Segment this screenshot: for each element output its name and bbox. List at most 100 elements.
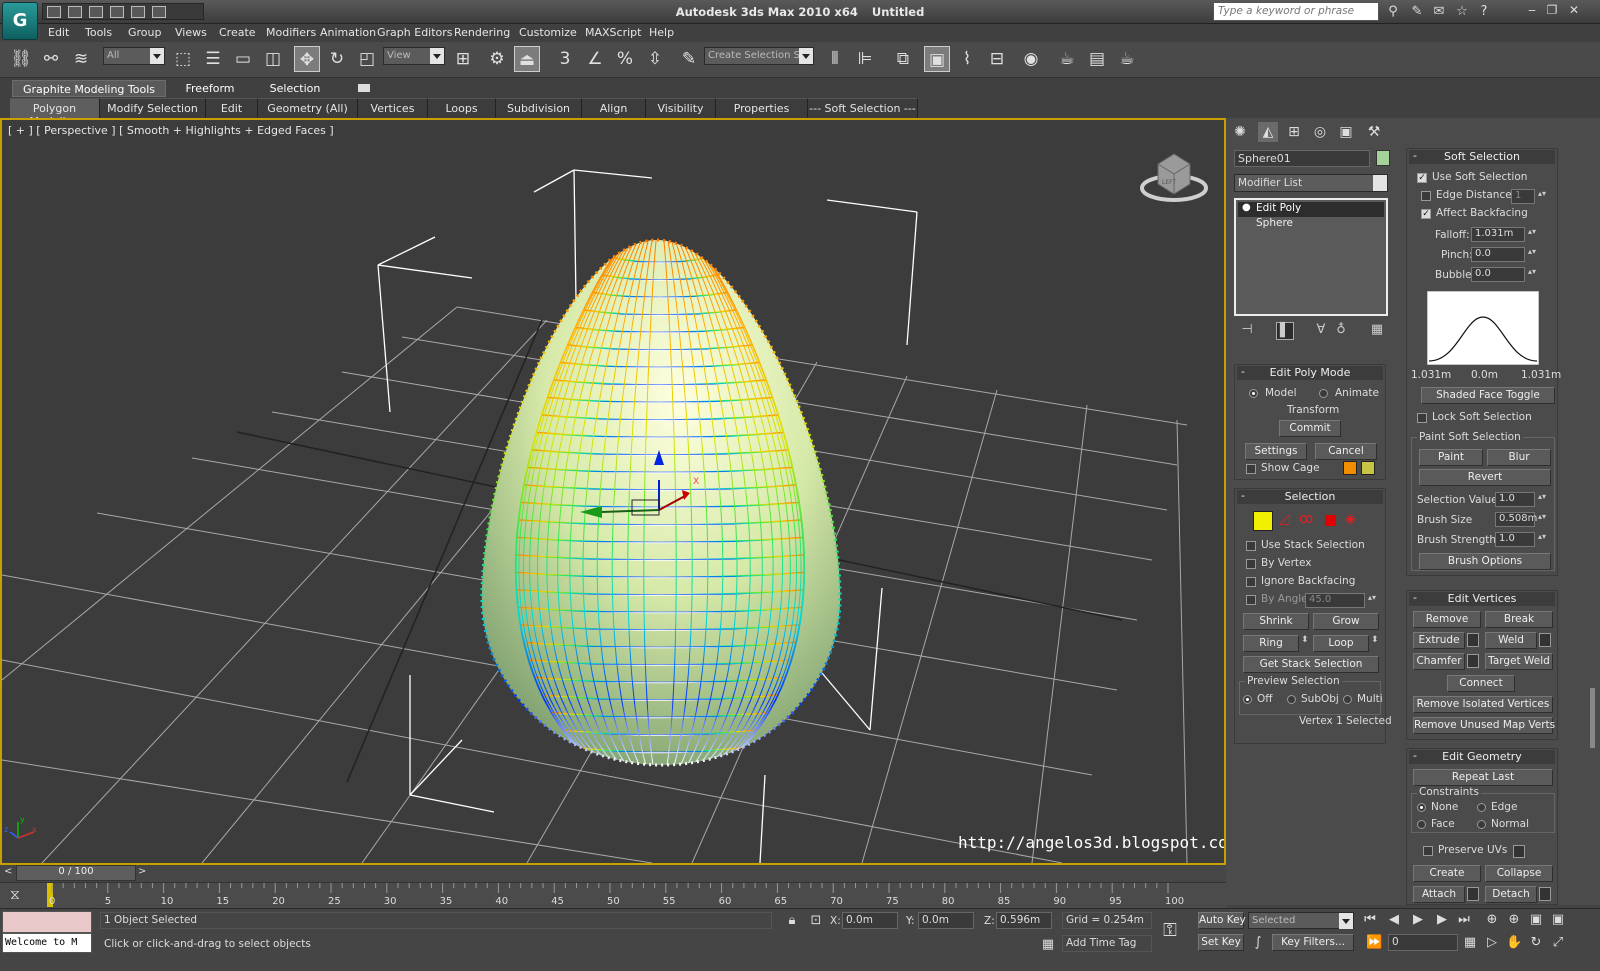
panel-vertices[interactable]: Vertices <box>358 98 428 118</box>
weld-settings-icon[interactable] <box>1539 633 1551 647</box>
remove-button[interactable]: Remove <box>1413 611 1481 628</box>
previous-frame-icon[interactable]: ◀ <box>1386 912 1402 928</box>
snaps-toggle-icon[interactable]: 3 <box>552 46 578 72</box>
tools-icon[interactable]: ✎ <box>1409 4 1425 19</box>
break-button[interactable]: Break <box>1485 611 1553 628</box>
curve-editor-icon[interactable]: ⌇ <box>954 46 980 72</box>
minimize-button[interactable]: ‒ <box>1524 3 1540 18</box>
schematic-view-icon[interactable]: ⊟ <box>984 46 1010 72</box>
add-time-tag-button[interactable]: Add Time Tag <box>1062 935 1152 952</box>
render-production-icon[interactable]: ☕ <box>1114 46 1140 72</box>
menu-tools[interactable]: Tools <box>85 26 112 39</box>
cage-color-swatch-1[interactable] <box>1343 461 1357 475</box>
soft-selection-header[interactable]: - Soft Selection <box>1409 149 1555 164</box>
detach-button[interactable]: Detach <box>1485 886 1537 903</box>
tab-selection[interactable]: Selection <box>255 80 335 97</box>
utilities-tab-icon[interactable]: ⚒ <box>1364 122 1384 142</box>
bind-space-warp-icon[interactable]: ≋ <box>68 46 94 72</box>
use-stack-selection-checkbox[interactable] <box>1246 541 1256 551</box>
menu-views[interactable]: Views <box>175 26 207 39</box>
menu-group[interactable]: Group <box>128 26 162 39</box>
create-button[interactable]: Create <box>1413 865 1481 882</box>
ring-spinner-icon[interactable]: ⬍ <box>1301 635 1309 645</box>
search-input[interactable]: Type a keyword or phrase <box>1213 2 1379 21</box>
preserve-uvs-checkbox[interactable] <box>1423 846 1433 856</box>
constraint-normal-radio[interactable] <box>1477 820 1486 829</box>
y-coordinate-field[interactable]: 0.0m <box>918 912 974 929</box>
edit-vertices-header[interactable]: - Edit Vertices <box>1409 591 1555 606</box>
pinch-spinner[interactable]: 0.0 <box>1471 247 1536 262</box>
menu-rendering[interactable]: Rendering <box>454 26 510 39</box>
cage-color-swatch-2[interactable] <box>1361 461 1375 475</box>
create-tab-icon[interactable]: ✺ <box>1230 122 1250 142</box>
edit-named-selection-icon[interactable]: ✎ <box>676 46 702 72</box>
maximize-button[interactable]: ❐ <box>1544 3 1560 18</box>
pin-stack-icon[interactable]: ⊣ <box>1238 322 1256 340</box>
maximize-viewport-icon[interactable]: ⤢ <box>1550 935 1566 951</box>
bubble-spinner[interactable]: 0.0 <box>1471 267 1536 282</box>
zoom-all-icon[interactable]: ⊕ <box>1506 912 1522 928</box>
menu-modifiers[interactable]: Modifiers <box>266 26 316 39</box>
close-button[interactable]: ✕ <box>1566 3 1582 18</box>
window-crossing-icon[interactable]: ◫ <box>260 46 286 72</box>
get-stack-selection-button[interactable]: Get Stack Selection <box>1243 656 1379 673</box>
viewcube-icon[interactable]: LEFT <box>1140 150 1208 206</box>
select-and-rotate-icon[interactable]: ↻ <box>324 46 350 72</box>
by-angle-checkbox[interactable] <box>1246 595 1256 605</box>
zoom-icon[interactable]: ⊕ <box>1484 912 1500 928</box>
open-file-icon[interactable] <box>68 6 82 18</box>
modifier-list-dropdown[interactable]: Modifier List <box>1234 174 1388 192</box>
shaded-face-toggle-button[interactable]: Shaded Face Toggle <box>1421 387 1555 404</box>
binoculars-icon[interactable]: ⚲ <box>1385 4 1401 19</box>
time-slider-thumb[interactable]: 0 / 100 <box>16 865 136 881</box>
pan-view-icon[interactable]: ✋ <box>1506 935 1522 951</box>
track-bar[interactable]: ⧖ 0 5 10 15 20 25 30 35 40 45 50 55 60 65 70 75 80 85 90 95… <box>0 882 1226 908</box>
select-and-manipulate-icon[interactable]: ⚙ <box>484 46 510 72</box>
reference-coordinate-dropdown[interactable]: View <box>383 47 445 65</box>
tab-freeform[interactable]: Freeform <box>170 80 250 97</box>
time-prev-icon[interactable]: < <box>4 866 12 877</box>
remove-modifier-icon[interactable]: ♁ <box>1332 322 1350 340</box>
maxscript-listener-top[interactable] <box>2 911 92 933</box>
pivot-center-icon[interactable]: ⊞ <box>450 46 476 72</box>
current-frame-field[interactable]: 0 <box>1388 934 1458 951</box>
lightbulb-icon[interactable]: ● <box>1242 202 1251 213</box>
preview-off-radio[interactable] <box>1243 695 1252 704</box>
repeat-last-button[interactable]: Repeat Last <box>1413 769 1553 786</box>
model-radio[interactable] <box>1249 389 1258 398</box>
material-editor-icon[interactable]: ◉ <box>1018 46 1044 72</box>
use-soft-selection-checkbox[interactable]: ✓ <box>1417 173 1427 183</box>
percent-snap-icon[interactable]: % <box>612 46 638 72</box>
default-in-out-tangent-icon[interactable]: ∫ <box>1250 935 1266 951</box>
panel-geometry-all[interactable]: Geometry (All) <box>258 98 358 118</box>
motion-tab-icon[interactable]: ◎ <box>1310 122 1330 142</box>
viewport-label[interactable]: [ + ] [ Perspective ] [ Smooth + Highlig… <box>8 124 334 137</box>
selection-lock-icon[interactable]: 🔒︎ <box>784 913 800 929</box>
preserve-uvs-settings-icon[interactable] <box>1513 845 1525 858</box>
render-setup-icon[interactable]: ☕ <box>1054 46 1080 72</box>
set-key-icon[interactable]: ⚿ <box>1162 922 1178 940</box>
edit-geometry-header[interactable]: - Edit Geometry <box>1409 749 1555 764</box>
connect-button[interactable]: Connect <box>1447 675 1515 692</box>
zoom-extents-icon[interactable]: ▣ <box>1528 912 1544 928</box>
layer-manager-icon[interactable]: ⧉ <box>890 46 916 72</box>
selection-value-spinner[interactable]: 1.0 <box>1495 492 1546 507</box>
menu-create[interactable]: Create <box>219 26 256 39</box>
element-mode-icon[interactable]: ◈ <box>1345 511 1356 527</box>
modify-tab-icon[interactable]: ◭ <box>1258 122 1278 142</box>
settings-button[interactable]: Settings <box>1245 443 1307 460</box>
mini-curve-editor-icon[interactable]: ⧖ <box>10 887 20 903</box>
ring-button[interactable]: Ring <box>1243 635 1299 652</box>
hierarchy-tab-icon[interactable]: ⊞ <box>1284 122 1304 142</box>
show-end-result-icon[interactable]: ▌ <box>1276 322 1294 340</box>
menu-animation[interactable]: Animation <box>320 26 376 39</box>
extrude-button[interactable]: Extrude <box>1413 632 1465 649</box>
paint-button[interactable]: Paint <box>1419 449 1483 466</box>
key-mode-toggle-icon[interactable]: ⏩ <box>1366 935 1382 951</box>
grow-button[interactable]: Grow <box>1313 613 1379 630</box>
blur-button[interactable]: Blur <box>1487 449 1551 466</box>
application-button[interactable]: G <box>2 2 38 40</box>
rendered-frame-window-icon[interactable]: ▤ <box>1084 46 1110 72</box>
menu-maxscript[interactable]: MAXScript <box>585 26 641 39</box>
time-next-icon[interactable]: > <box>138 866 146 877</box>
